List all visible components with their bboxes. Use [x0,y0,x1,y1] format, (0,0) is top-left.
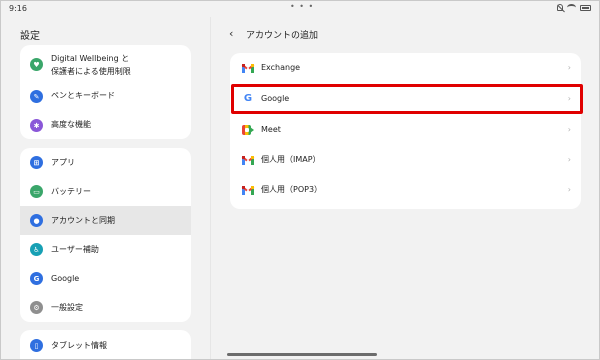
settings-group-3: ▯ タブレット情報 [20,330,191,359]
settings-item-label: アプリ [51,158,75,167]
settings-item-label: ユーザー補助 [51,245,99,254]
account-option-label: Meet [261,125,281,134]
pen-icon: ✎ [30,90,43,103]
account-option-meet[interactable]: Meet › [230,115,581,145]
chevron-right-icon: › [567,94,571,103]
account-option-pop3[interactable]: 個人用（POP3） › [230,175,581,205]
battery-icon: ▭ [30,185,43,198]
google-icon: G [30,272,43,285]
tablet-screen: 9:16 • • • 設定 ♥ Digital Wellbeing と 保護者に… [0,0,600,360]
page-title: アカウントの追加 [246,31,319,41]
settings-item-google[interactable]: G Google [20,264,191,293]
settings-item-accessibility[interactable]: ♿ ユーザー補助 [20,235,191,264]
window-handle-dots[interactable]: • • • [290,2,314,11]
status-time: 9:16 [9,4,27,13]
pane-divider [210,17,211,359]
account-option-label: Google [261,94,290,103]
account-option-label: Exchange [261,63,301,72]
settings-item-accounts-sync[interactable]: ● アカウントと同期 [20,206,191,235]
settings-item-label: Digital Wellbeing と 保護者による使用制限 [51,54,131,76]
account-option-imap[interactable]: 個人用（IMAP） › [230,145,581,175]
do-not-disturb-icon [557,4,563,11]
settings-item-label: アカウントと同期 [51,216,115,225]
settings-group-1: ♥ Digital Wellbeing と 保護者による使用制限 ✎ ペンとキー… [20,45,191,139]
settings-item-digital-wellbeing[interactable]: ♥ Digital Wellbeing と 保護者による使用制限 [20,49,191,81]
chevron-right-icon: › [567,63,571,72]
settings-item-label: ペンとキーボード [51,91,115,100]
settings-item-pen-keyboard[interactable]: ✎ ペンとキーボード [20,82,191,110]
settings-item-tablet-info[interactable]: ▯ タブレット情報 [20,334,191,356]
apps-icon: ⊞ [30,156,43,169]
settings-item-label: バッテリー [51,187,91,196]
settings-item-label: 一般設定 [51,303,83,312]
account-icon: ● [30,214,43,227]
settings-title: 設定 [20,31,40,42]
gmail-icon [241,154,255,166]
status-icons [557,4,591,11]
settings-group-2: ⊞ アプリ ▭ バッテリー ● アカウントと同期 ♿ ユーザー補助 G Goog… [20,148,191,322]
google-g-icon: G [243,93,253,104]
back-arrow-icon[interactable]: ‹ [229,27,233,40]
battery-status-icon [580,4,591,11]
chevron-right-icon: › [567,125,571,134]
advanced-icon: ✱ [30,119,43,132]
account-option-label: 個人用（POP3） [261,185,323,194]
settings-item-label: 高度な機能 [51,120,91,129]
accessibility-icon: ♿ [30,243,43,256]
gmail-icon [241,62,255,74]
chevron-right-icon: › [567,185,571,194]
settings-item-general[interactable]: ⚙ 一般設定 [20,293,191,322]
chevron-right-icon: › [567,155,571,164]
settings-item-label: タブレット情報 [51,341,107,350]
account-type-list: Exchange › G Google › Meet › 個人用（IMAP） › [230,53,581,209]
account-option-exchange[interactable]: Exchange › [230,53,581,83]
general-settings-icon: ⚙ [30,301,43,314]
account-option-google[interactable]: G Google › [230,84,581,114]
wellbeing-icon: ♥ [30,58,43,71]
wifi-icon [567,4,576,11]
settings-item-label: Google [51,274,80,283]
settings-item-advanced[interactable]: ✱ 高度な機能 [20,111,191,139]
settings-item-battery[interactable]: ▭ バッテリー [20,177,191,206]
gmail-icon [241,184,255,196]
tablet-info-icon: ▯ [30,339,43,352]
home-gesture-bar[interactable] [227,353,377,356]
settings-item-apps[interactable]: ⊞ アプリ [20,148,191,177]
account-option-label: 個人用（IMAP） [261,155,321,164]
status-bar: 9:16 • • • [1,1,599,17]
meet-icon [242,124,254,136]
